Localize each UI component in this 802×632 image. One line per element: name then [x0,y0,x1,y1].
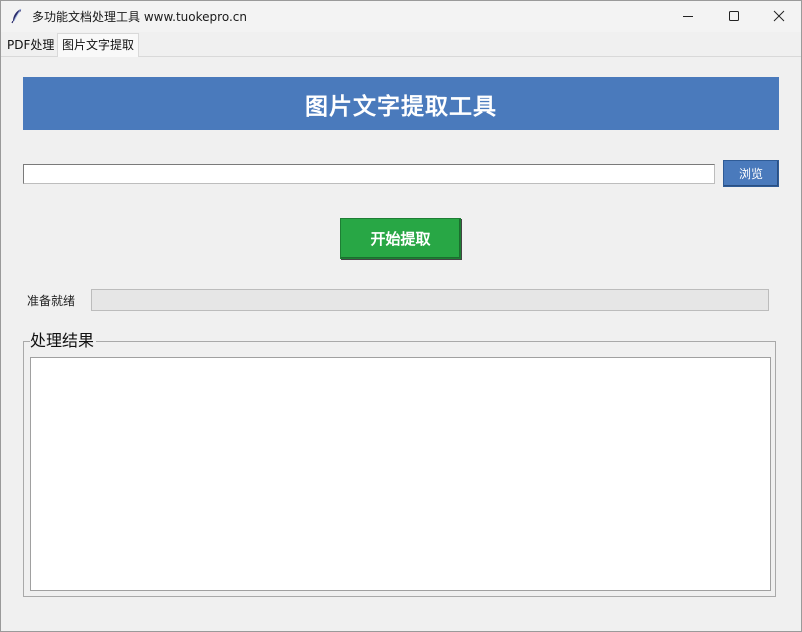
start-extract-button[interactable]: 开始提取 [340,218,461,259]
feather-icon [10,8,24,24]
close-button[interactable] [756,1,802,31]
tab-pdf[interactable]: PDF处理 [3,35,58,55]
window-title: 多功能文档处理工具 www.tuokepro.cn [32,10,247,24]
minimize-button[interactable] [665,1,711,31]
result-textarea[interactable] [30,357,771,591]
page-title: 图片文字提取工具 [23,77,779,130]
status-label: 准备就绪 [27,294,76,308]
tab-bar: PDF处理 图片文字提取 [1,32,801,57]
result-group-label: 处理结果 [30,331,97,351]
close-icon [773,7,785,26]
browse-button[interactable]: 浏览 [723,160,779,187]
minimize-icon [682,7,694,26]
maximize-button[interactable] [711,1,757,31]
title-bar[interactable]: 多功能文档处理工具 www.tuokepro.cn [1,1,801,32]
app-window: 多功能文档处理工具 www.tuokepro.cn PDF处理 图片文字提取 图… [0,0,802,632]
tab-image-text-extract[interactable]: 图片文字提取 [57,33,140,57]
maximize-icon [728,7,740,26]
progress-bar [91,289,769,311]
file-path-input[interactable] [23,164,715,184]
